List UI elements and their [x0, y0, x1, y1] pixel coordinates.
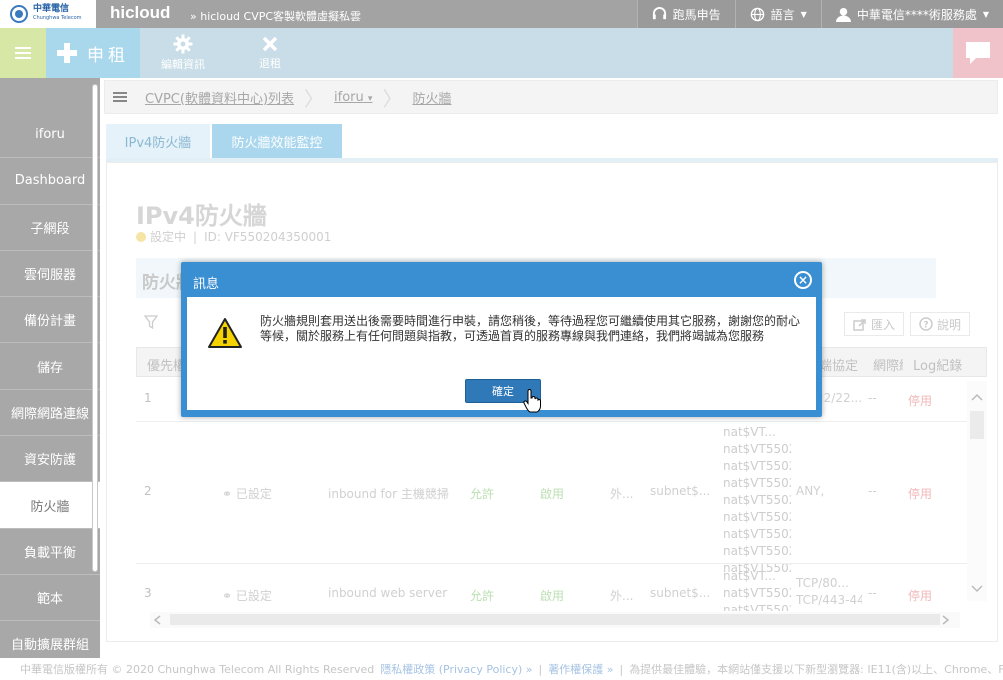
dialog-body: 防火牆規則套用送出後需要時間進行申裝，請您稍後，等待過程您可繼續使用其它服務，謝…	[187, 297, 816, 413]
dialog-message: 防火牆規則套用送出後需要時間進行申裝，請您稍後，等待過程您可繼續使用其它服務，謝…	[260, 314, 801, 343]
warning-icon	[208, 318, 242, 348]
hand-cursor-icon	[523, 389, 541, 413]
close-icon: ×	[797, 273, 809, 287]
dialog-close-button[interactable]: ×	[794, 271, 812, 289]
message-dialog: 訊息 × 防火牆規則套用送出後需要時間進行申裝，請您稍後，等待過程您可繼續使用其…	[181, 262, 822, 417]
dialog-title: 訊息	[193, 277, 220, 292]
ok-label: 確定	[492, 385, 514, 398]
